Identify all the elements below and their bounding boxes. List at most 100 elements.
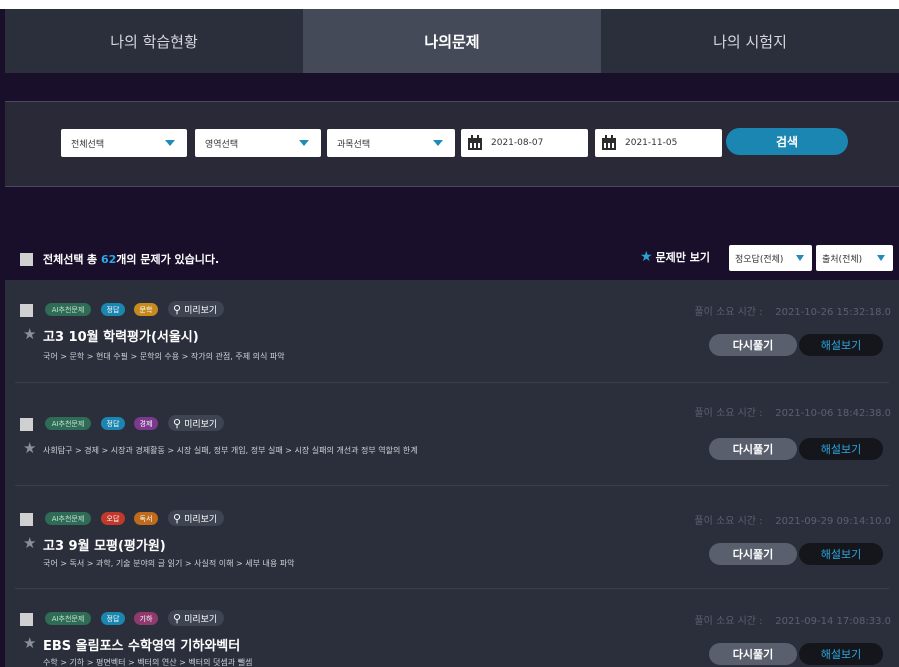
date-to-field[interactable]: 2021-11-05 xyxy=(595,129,722,157)
star-icon: ★ xyxy=(640,249,653,265)
preview-label: 미리보기 xyxy=(184,514,218,525)
result-badge: 정답 xyxy=(101,303,125,316)
problem-list: AI추천문제 정답 문학 ⚲ 미리보기 풀이 소요 시간 : 2021-10-26… xyxy=(5,280,899,667)
tab-bar: 나의 학습현황 나의문제 나의 시험지 xyxy=(5,9,899,73)
problem-count-text: 총 62개의 문제가 있습니다. xyxy=(87,251,219,267)
search-icon: ⚲ xyxy=(173,416,182,430)
time-value: 2021-09-29 09:14:10.0 xyxy=(775,516,891,527)
calendar-icon[interactable] xyxy=(601,135,617,151)
solution-button[interactable]: 해설보기 xyxy=(799,543,883,565)
time-label: 풀이 소요 시간 : xyxy=(694,616,763,627)
chevron-down-icon xyxy=(796,255,804,261)
count-prefix: 총 xyxy=(87,253,101,266)
solve-time: 풀이 소요 시간 : 2021-10-06 18:42:38.0 xyxy=(694,404,891,419)
retry-button[interactable]: 다시풀기 xyxy=(709,643,797,665)
chevron-down-icon xyxy=(165,140,175,146)
time-label: 풀이 소요 시간 : xyxy=(694,408,763,419)
answer-filter-select[interactable]: 정오답(전체) xyxy=(729,245,812,271)
subject-select-label: 과목선택 xyxy=(337,139,371,150)
item-path: 국어 > 문학 > 현대 수필 > 문학의 수용 > 작가의 관점, 주제 의식… xyxy=(43,352,285,361)
date-to-value: 2021-11-05 xyxy=(625,138,678,148)
retry-button[interactable]: 다시풀기 xyxy=(709,438,797,460)
source-filter-label: 출처(전체) xyxy=(822,254,863,265)
source-filter-select[interactable]: 출처(전체) xyxy=(816,245,893,271)
item-path: 사회탐구 > 경제 > 시장과 경제활동 > 시장 실패, 정부 개입, 정부 … xyxy=(43,446,418,455)
select-all-checkbox[interactable] xyxy=(20,253,33,266)
star-icon[interactable]: ★ xyxy=(23,325,36,343)
list-item: AI추천문제 오답 독서 ⚲ 미리보기 풀이 소요 시간 : 2021-09-29… xyxy=(5,486,899,589)
star-only-label: 문제만 보기 xyxy=(655,251,710,264)
solution-button[interactable]: 해설보기 xyxy=(799,643,883,665)
item-checkbox[interactable] xyxy=(20,304,33,317)
top-white-strip xyxy=(0,0,899,9)
select-all-label: 전체선택 xyxy=(43,253,84,266)
problem-count: 62 xyxy=(100,253,117,266)
solution-button[interactable]: 해설보기 xyxy=(799,438,883,460)
star-icon[interactable]: ★ xyxy=(23,634,36,652)
subject-select[interactable]: 과목선택 xyxy=(327,129,455,157)
chevron-down-icon xyxy=(299,140,309,146)
star-only-toggle[interactable]: ★ 문제만 보기 xyxy=(640,249,710,265)
ai-badge: AI추천문제 xyxy=(45,303,91,316)
list-item: AI추천문제 정답 문학 ⚲ 미리보기 풀이 소요 시간 : 2021-10-26… xyxy=(5,280,899,383)
search-icon: ⚲ xyxy=(173,511,182,525)
date-from-field[interactable]: 2021-08-07 xyxy=(461,129,588,157)
item-path: 수학 > 기하 > 평면벡터 > 벡터의 연산 > 벡터의 덧셈과 뺄셈 xyxy=(43,658,253,667)
all-select[interactable]: 전체선택 xyxy=(61,129,187,157)
time-label: 풀이 소요 시간 : xyxy=(694,307,763,318)
subject-badge: 독서 xyxy=(134,512,158,525)
solve-time: 풀이 소요 시간 : 2021-10-26 15:32:18.0 xyxy=(694,303,891,318)
solve-time: 풀이 소요 시간 : 2021-09-14 17:08:33.0 xyxy=(694,612,891,627)
retry-button[interactable]: 다시풀기 xyxy=(709,334,797,356)
ai-badge: AI추천문제 xyxy=(45,512,91,525)
preview-label: 미리보기 xyxy=(184,614,218,625)
preview-button[interactable]: ⚲ 미리보기 xyxy=(168,610,225,626)
preview-button[interactable]: ⚲ 미리보기 xyxy=(168,415,225,431)
subject-badge: 경제 xyxy=(134,417,158,430)
result-badge: 오답 xyxy=(101,512,125,525)
tab-my-problems[interactable]: 나의문제 xyxy=(303,9,601,73)
item-checkbox[interactable] xyxy=(20,418,33,431)
solution-button[interactable]: 해설보기 xyxy=(799,334,883,356)
count-suffix: 개의 문제가 있습니다. xyxy=(116,253,220,266)
time-value: 2021-10-26 15:32:18.0 xyxy=(775,307,891,318)
search-icon: ⚲ xyxy=(173,611,182,625)
preview-button[interactable]: ⚲ 미리보기 xyxy=(168,510,225,526)
solve-time: 풀이 소요 시간 : 2021-09-29 09:14:10.0 xyxy=(694,512,891,527)
result-badge: 정답 xyxy=(101,417,125,430)
item-checkbox[interactable] xyxy=(20,513,33,526)
preview-label: 미리보기 xyxy=(184,305,218,316)
item-title: EBS 올림포스 수학영역 기하와벡터 xyxy=(43,639,241,654)
result-badge: 정답 xyxy=(101,612,125,625)
answer-filter-label: 정오답(전체) xyxy=(735,254,784,265)
time-value: 2021-09-14 17:08:33.0 xyxy=(775,616,891,627)
subject-badge: 문학 xyxy=(134,303,158,316)
all-select-label: 전체선택 xyxy=(71,139,105,150)
subject-badge: 기하 xyxy=(134,612,158,625)
star-icon[interactable]: ★ xyxy=(23,439,36,457)
ai-badge: AI추천문제 xyxy=(45,612,91,625)
item-checkbox[interactable] xyxy=(20,613,33,626)
ai-badge: AI추천문제 xyxy=(45,417,91,430)
list-item: AI추천문제 정답 기하 ⚲ 미리보기 풀이 소요 시간 : 2021-09-14… xyxy=(5,589,899,667)
search-button[interactable]: 검색 xyxy=(726,128,848,155)
time-value: 2021-10-06 18:42:38.0 xyxy=(775,408,891,419)
preview-button[interactable]: ⚲ 미리보기 xyxy=(168,301,225,317)
search-icon: ⚲ xyxy=(173,302,182,316)
item-title: 고3 9월 모평(평가원) xyxy=(43,539,166,554)
chevron-down-icon xyxy=(877,255,885,261)
retry-button[interactable]: 다시풀기 xyxy=(709,543,797,565)
list-item: AI추천문제 정답 경제 ⚲ 미리보기 풀이 소요 시간 : 2021-10-06… xyxy=(5,383,899,486)
item-title: 고3 10월 학력평가(서울시) xyxy=(43,330,199,345)
item-path: 국어 > 독서 > 과학, 기술 분야의 글 읽기 > 사실적 이해 > 세부 … xyxy=(43,559,295,568)
area-select-label: 영역선택 xyxy=(205,139,239,150)
chevron-down-icon xyxy=(433,140,443,146)
calendar-icon[interactable] xyxy=(467,135,483,151)
tab-my-exams[interactable]: 나의 시험지 xyxy=(601,9,899,73)
time-label: 풀이 소요 시간 : xyxy=(694,516,763,527)
tab-learning-status[interactable]: 나의 학습현황 xyxy=(5,9,303,73)
area-select[interactable]: 영역선택 xyxy=(195,129,321,157)
filter-bar: 전체선택 영역선택 과목선택 2021-08-07 2021-11-05 검색 xyxy=(5,101,899,187)
list-header: 전체선택 총 62개의 문제가 있습니다. ★ 문제만 보기 정오답(전체) 출… xyxy=(5,241,899,279)
star-icon[interactable]: ★ xyxy=(23,534,36,552)
